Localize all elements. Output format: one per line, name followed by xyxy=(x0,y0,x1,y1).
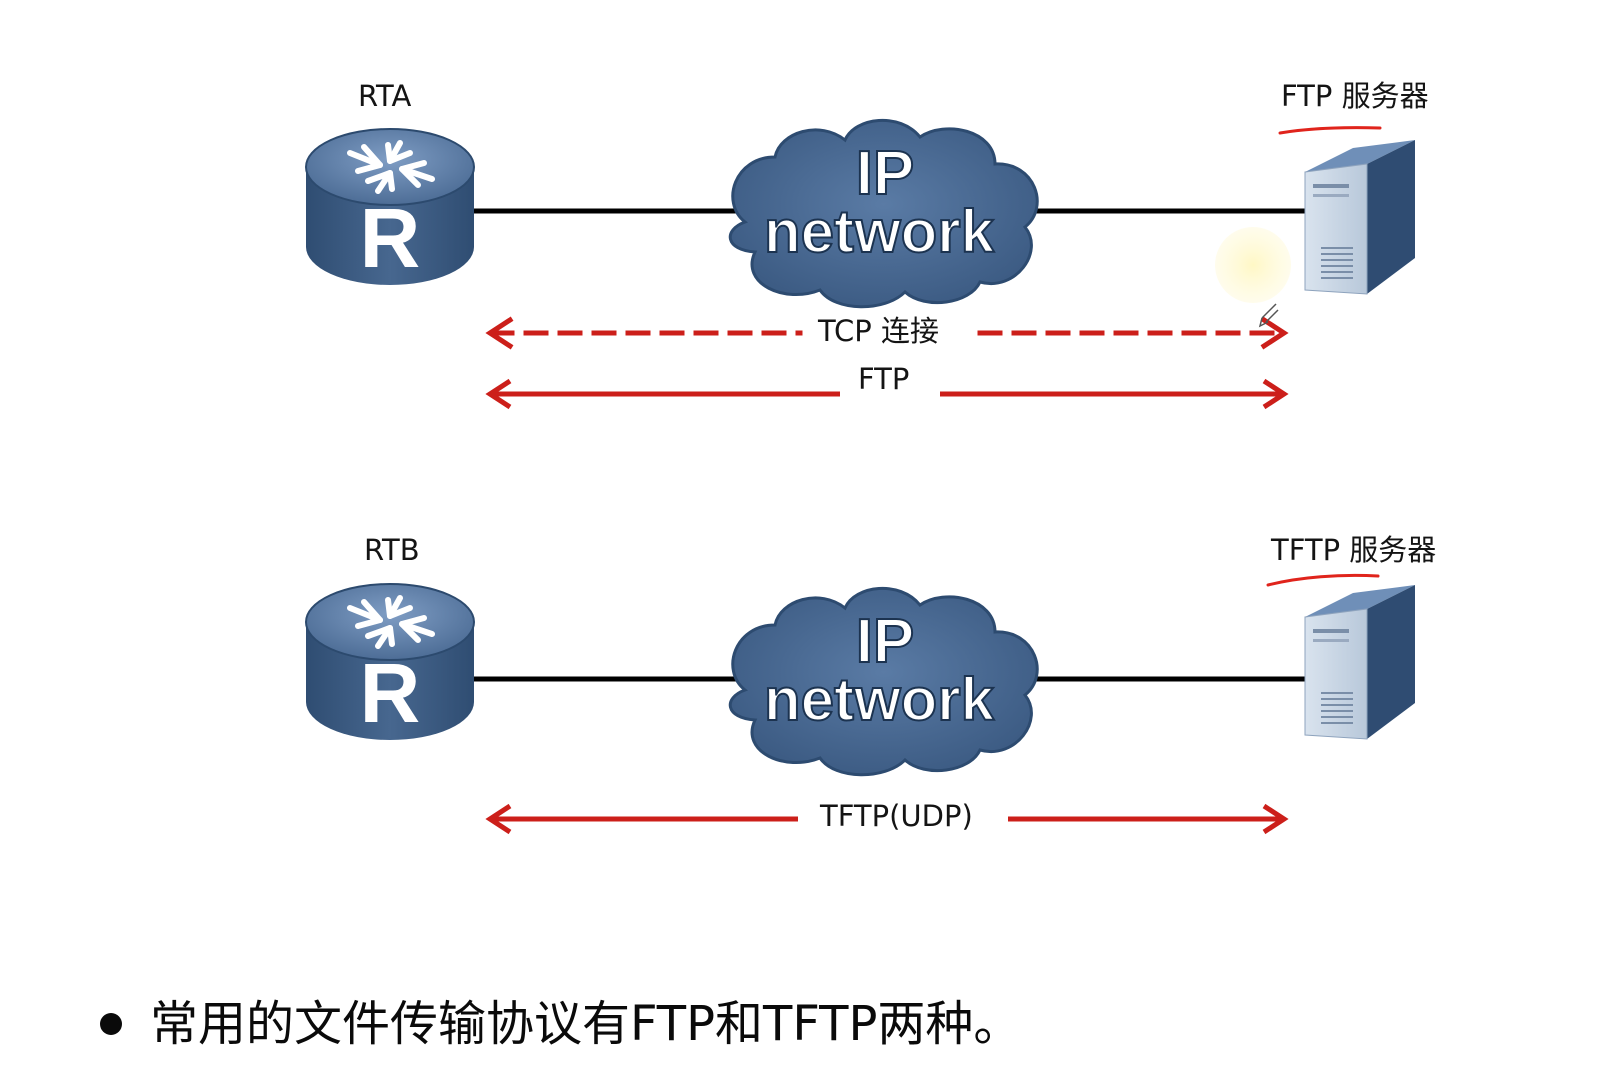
diagram-stage: R IP network R IP network RTA FTP 服务器 TC… xyxy=(0,0,1605,1072)
ftp-label: FTP xyxy=(850,365,918,394)
tftp-udp-label: TFTP(UDP) xyxy=(812,802,981,831)
annotation-underline xyxy=(1266,573,1380,587)
annotation-underline xyxy=(1278,126,1382,135)
ip-network-cloud-icon: IP network xyxy=(728,118,1039,309)
router-icon: R xyxy=(305,583,475,740)
cloud-label-line2: network xyxy=(764,198,995,265)
server-label-ftp: FTP 服务器 xyxy=(1281,79,1429,113)
router-letter: R xyxy=(360,646,421,740)
router-icon: R xyxy=(305,128,475,285)
router-letter: R xyxy=(360,191,421,285)
bullet-text: 常用的文件传输协议有FTP和TFTP两种。 xyxy=(150,996,1022,1052)
bullet-dot xyxy=(100,1013,122,1035)
cloud-label-line2: network xyxy=(764,666,995,733)
tcp-connection-label: TCP 连接 xyxy=(810,317,947,346)
server-icon xyxy=(1304,585,1415,740)
server-icon xyxy=(1304,140,1415,295)
router-label-rtb: RTB xyxy=(364,533,420,567)
ip-network-cloud-icon: IP network xyxy=(728,586,1039,777)
router-label-rta: RTA xyxy=(358,79,412,113)
bullet-point: 常用的文件传输协议有FTP和TFTP两种。 xyxy=(100,1000,1021,1048)
cursor-highlight xyxy=(1215,227,1291,303)
server-label-tftp: TFTP 服务器 xyxy=(1271,533,1437,567)
